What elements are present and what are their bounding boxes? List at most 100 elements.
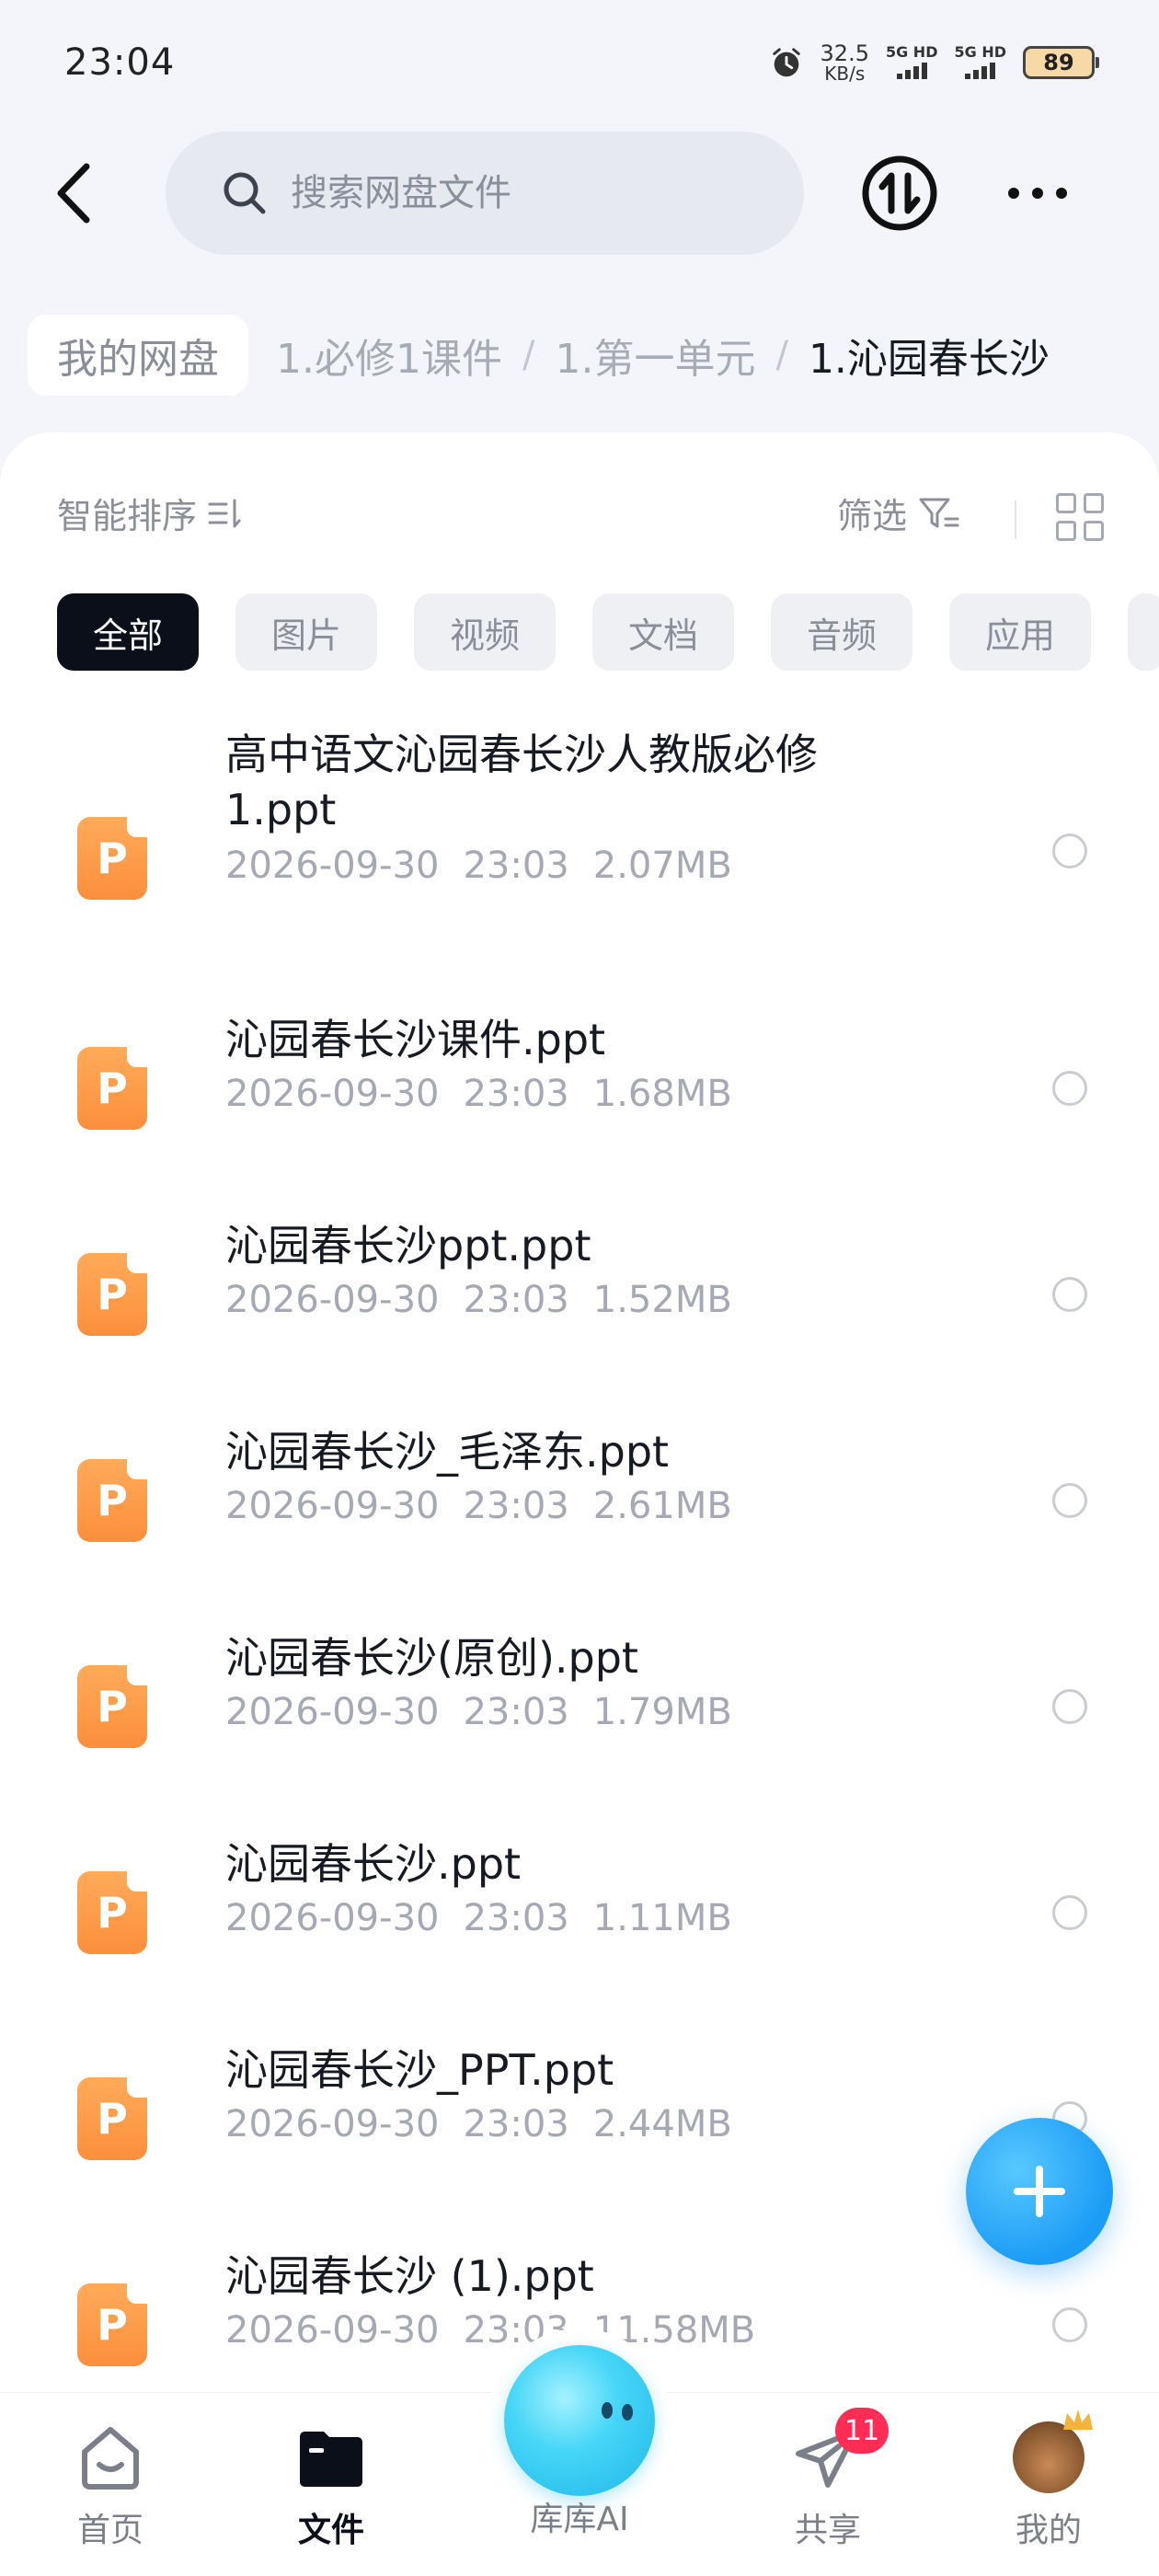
- file-time: 23:03: [463, 1897, 569, 1939]
- ppt-file-icon: P: [77, 817, 147, 900]
- file-name: 高中语文沁园春长沙人教版必修1.ppt: [225, 730, 818, 834]
- signal-bars-icon: [965, 63, 996, 79]
- breadcrumb: 我的网盘 1.必修1课件 / 1.第一单元 / 1.沁园春长沙: [28, 313, 1050, 397]
- search-input[interactable]: [291, 172, 787, 214]
- file-size: 1.68MB: [592, 1073, 732, 1115]
- ppt-file-icon: P: [77, 1047, 147, 1130]
- filter-chips: 全部 图片 视频 文档 音频 应用: [57, 593, 1159, 672]
- file-size: 2.61MB: [592, 1485, 732, 1527]
- filter-button[interactable]: 筛选: [837, 488, 960, 538]
- file-name: 沁园春长沙 (1).ppt: [225, 2251, 594, 2301]
- sort-icon: [208, 499, 241, 527]
- search-bar[interactable]: [166, 132, 804, 255]
- file-row[interactable]: P 沁园春长沙ppt.ppt 2026-09-30 23:03 1.52MB: [0, 1190, 1159, 1397]
- file-row[interactable]: P 沁园春长沙(原创).ppt 2026-09-30 23:03 1.79MB: [0, 1603, 1159, 1809]
- file-name: 沁园春长沙ppt.ppt: [225, 1221, 591, 1271]
- file-row[interactable]: P 高中语文沁园春长沙人教版必修1.ppt 2026-09-30 23:03 2.0…: [0, 727, 1159, 984]
- chip-partial[interactable]: [1128, 593, 1159, 671]
- breadcrumb-level2[interactable]: 1.第一单元: [555, 326, 755, 385]
- status-indicators: 32.5 KB/s 5G HD 5G HD 89: [769, 42, 1099, 85]
- ai-assistant-icon[interactable]: [504, 2345, 655, 2496]
- file-date: 2026-09-30: [225, 2103, 440, 2145]
- breadcrumb-separator: /: [522, 334, 535, 376]
- more-options-icon[interactable]: [993, 166, 1081, 221]
- file-meta: 2026-09-30 23:03 11.58MB: [225, 2309, 779, 2352]
- bottom-nav: 首页 文件 库库AI 11 共享 我的: [0, 2329, 1159, 2576]
- chip-images[interactable]: 图片: [235, 593, 377, 671]
- file-size: 2.07MB: [592, 845, 732, 887]
- nav-share-label: 共享: [794, 2512, 861, 2549]
- filter-icon: [919, 498, 959, 527]
- file-date: 2026-09-30: [225, 1691, 440, 1733]
- file-panel: 智能排序 筛选 全部 图片 视频 文档 音频 应用 P 高中语文沁园春长沙人教版必修1.p…: [0, 432, 1159, 2576]
- file-size: 2.44MB: [592, 2103, 732, 2145]
- crown-icon: [1063, 2409, 1093, 2430]
- ppt-file-icon: P: [77, 2077, 147, 2160]
- file-time: 23:03: [463, 2103, 569, 2145]
- file-name: 沁园春长沙.ppt: [225, 1839, 522, 1889]
- select-checkbox[interactable]: [1052, 1277, 1087, 1312]
- back-button[interactable]: [37, 156, 110, 230]
- share-badge: 11: [835, 2408, 889, 2454]
- file-name: 沁园春长沙_毛泽东.ppt: [225, 1427, 670, 1477]
- nav-share[interactable]: 11 共享: [745, 2408, 911, 2551]
- paper-plane-icon: 11: [791, 2408, 889, 2494]
- breadcrumb-level1[interactable]: 1.必修1课件: [276, 326, 502, 385]
- file-size: 1.79MB: [592, 1691, 732, 1733]
- chip-documents[interactable]: 文档: [592, 593, 734, 671]
- select-checkbox[interactable]: [1052, 1689, 1087, 1724]
- file-date: 2026-09-30: [225, 2309, 440, 2352]
- file-name: 沁园春长沙课件.ppt: [225, 1015, 606, 1064]
- nav-files-label: 文件: [297, 2512, 364, 2549]
- file-row[interactable]: P 沁园春长沙课件.ppt 2026-09-30 23:03 1.68MB: [0, 984, 1159, 1190]
- file-date: 2026-09-30: [225, 1073, 440, 1115]
- sim2-label: 5G HD: [954, 43, 1006, 61]
- sort-label: 智能排序: [57, 496, 198, 536]
- battery-level: 89: [1043, 49, 1074, 75]
- file-size: 1.52MB: [592, 1279, 732, 1321]
- chevron-left-icon: [57, 163, 90, 224]
- file-date: 2026-09-30: [225, 845, 440, 887]
- battery-indicator: 89: [1023, 45, 1099, 79]
- file-row[interactable]: P 沁园春长沙.ppt 2026-09-30 23:03 1.11MB: [0, 1809, 1159, 2015]
- sim1-signal: 5G HD: [885, 43, 938, 79]
- toolbar-divider: [1015, 500, 1016, 539]
- folder-icon: [294, 2421, 368, 2494]
- sim1-label: 5G HD: [885, 43, 938, 61]
- transfer-icon[interactable]: [860, 154, 939, 233]
- top-bar: [0, 129, 1159, 258]
- chip-all[interactable]: 全部: [57, 593, 199, 671]
- select-checkbox[interactable]: [1052, 834, 1087, 868]
- nav-ai[interactable]: 库库AI: [497, 2492, 662, 2540]
- add-button[interactable]: [966, 2118, 1113, 2265]
- file-meta: 2026-09-30 23:03 1.52MB: [225, 1279, 756, 1321]
- grid-view-icon[interactable]: [1056, 493, 1104, 541]
- select-checkbox[interactable]: [1052, 1483, 1087, 1518]
- network-speed-unit: KB/s: [824, 62, 866, 85]
- file-meta: 2026-09-30 23:03 2.61MB: [225, 1485, 756, 1527]
- status-time: 23:04: [64, 40, 176, 84]
- breadcrumb-current: 1.沁园春长沙: [808, 336, 1050, 383]
- nav-mine-label: 我的: [1015, 2512, 1082, 2549]
- select-checkbox[interactable]: [1052, 1895, 1087, 1930]
- nav-ai-label: 库库AI: [530, 2501, 629, 2538]
- nav-mine[interactable]: 我的: [966, 2409, 1131, 2551]
- select-checkbox[interactable]: [1052, 2307, 1087, 2342]
- breadcrumb-root[interactable]: 我的网盘: [28, 315, 248, 396]
- file-row[interactable]: P 沁园春长沙_毛泽东.ppt 2026-09-30 23:03 2.61MB: [0, 1397, 1159, 1603]
- breadcrumb-separator: /: [775, 334, 788, 376]
- file-time: 23:03: [463, 845, 569, 887]
- ppt-file-icon: P: [77, 1459, 147, 1542]
- chip-apps[interactable]: 应用: [949, 593, 1091, 671]
- home-icon: [74, 2421, 147, 2494]
- signal-bars-icon: [896, 63, 927, 79]
- nav-home[interactable]: 首页: [28, 2421, 193, 2551]
- avatar: [1012, 2409, 1093, 2494]
- select-checkbox[interactable]: [1052, 1071, 1087, 1106]
- chip-videos[interactable]: 视频: [414, 593, 556, 671]
- file-date: 2026-09-30: [225, 1897, 440, 1939]
- nav-files[interactable]: 文件: [248, 2421, 414, 2551]
- chip-audio[interactable]: 音频: [771, 593, 912, 671]
- sort-button[interactable]: 智能排序: [57, 488, 243, 538]
- ppt-file-icon: P: [77, 1665, 147, 1748]
